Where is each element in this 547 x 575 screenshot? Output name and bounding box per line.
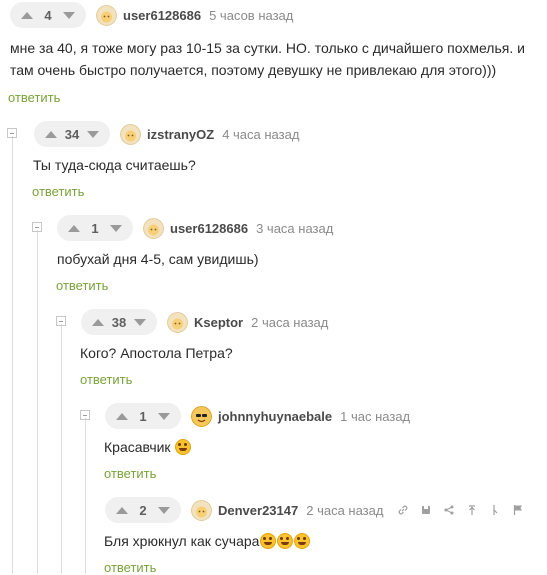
branch-icon[interactable] <box>487 502 503 518</box>
upvote-button[interactable] <box>14 2 40 28</box>
arrow-up-icon <box>92 318 104 326</box>
comment-header: 38 Kseptor 2 часа назад <box>81 307 328 337</box>
comment-text: Бля хрюкнул как сучара <box>104 533 260 549</box>
vote-count: 1 <box>91 220 99 236</box>
comment-header: 1 johnnyhuynaebale 1 час назад <box>105 401 410 431</box>
avatar[interactable] <box>96 4 117 26</box>
downvote-button[interactable] <box>80 121 106 147</box>
arrow-down-icon <box>87 130 99 138</box>
upvote-parent-icon[interactable] <box>464 502 480 518</box>
username[interactable]: Kseptor <box>194 315 243 330</box>
timestamp[interactable]: 5 часов назад <box>209 8 293 23</box>
arrow-up-icon <box>45 130 57 138</box>
rofl-emoji <box>260 533 277 549</box>
vote-control: 34 <box>34 121 110 147</box>
reply-link[interactable]: ответить <box>104 560 156 575</box>
upvote-button[interactable] <box>109 497 135 523</box>
rofl-emoji <box>294 533 311 549</box>
username[interactable]: izstranyOZ <box>147 127 214 142</box>
comment-header: 1 user6128686 3 часа назад <box>57 213 333 243</box>
timestamp[interactable]: 1 час назад <box>340 409 410 424</box>
thread-line[interactable] <box>61 324 62 574</box>
reply-link[interactable]: ответить <box>56 278 108 293</box>
avatar[interactable] <box>143 217 164 239</box>
downvote-button[interactable] <box>127 309 153 335</box>
upvote-button[interactable] <box>61 215 87 241</box>
comment-text-wrap: Бля хрюкнул как сучара <box>104 530 311 552</box>
downvote-button[interactable] <box>56 2 82 28</box>
vote-count: 34 <box>64 126 80 142</box>
avatar[interactable] <box>191 405 212 427</box>
username[interactable]: user6128686 <box>123 8 201 23</box>
reply-link[interactable]: ответить <box>8 90 60 105</box>
link-icon[interactable] <box>395 502 411 518</box>
vote-control: 1 <box>57 215 133 241</box>
collapse-button[interactable] <box>80 410 90 420</box>
arrow-down-icon <box>158 506 170 514</box>
save-icon[interactable] <box>418 502 434 518</box>
arrow-down-icon <box>158 412 170 420</box>
username[interactable]: Denver23147 <box>218 503 298 518</box>
username[interactable]: johnnyhuynaebale <box>218 409 332 424</box>
timestamp[interactable]: 3 часа назад <box>256 221 333 236</box>
upvote-button[interactable] <box>85 309 111 335</box>
collapse-button[interactable] <box>32 222 42 232</box>
comment-tools <box>395 502 533 518</box>
vote-control: 38 <box>81 309 157 335</box>
downvote-button[interactable] <box>103 215 129 241</box>
vote-control: 2 <box>105 497 181 523</box>
comment-text: Кого? Апостола Петра? <box>80 345 233 361</box>
thread-line[interactable] <box>12 136 13 574</box>
avatar[interactable] <box>120 123 141 145</box>
vote-count: 4 <box>44 7 52 23</box>
arrow-down-icon <box>110 224 122 232</box>
thread-line[interactable] <box>37 230 38 574</box>
vote-control: 4 <box>10 2 86 28</box>
upvote-button[interactable] <box>109 403 135 429</box>
timestamp[interactable]: 2 часа назад <box>251 315 328 330</box>
comment-header: 34 izstranyOZ 4 часа назад <box>34 119 299 149</box>
report-flag-icon[interactable] <box>510 502 526 518</box>
vote-count: 38 <box>111 314 127 330</box>
vote-control: 1 <box>105 403 181 429</box>
comment-text: Красавчик <box>104 439 171 455</box>
rofl-emoji <box>175 439 192 455</box>
arrow-up-icon <box>116 506 128 514</box>
comment-text: Ты туда-сюда считаешь? <box>33 157 196 173</box>
comment-text-wrap: Красавчик <box>104 436 192 458</box>
arrow-up-icon <box>21 11 33 19</box>
collapse-button[interactable] <box>7 128 17 138</box>
avatar[interactable] <box>191 499 212 521</box>
comment-text: побухай дня 4-5, сам увидишь) <box>57 251 259 267</box>
username[interactable]: user6128686 <box>170 221 248 236</box>
timestamp[interactable]: 2 часа назад <box>306 503 383 518</box>
comment-text: мне за 40, я тоже могу раз 10-15 за сутк… <box>10 40 525 78</box>
vote-count: 2 <box>139 502 147 518</box>
arrow-up-icon <box>68 224 80 232</box>
reply-link[interactable]: ответить <box>80 372 132 387</box>
downvote-button[interactable] <box>151 403 177 429</box>
share-icon[interactable] <box>441 502 457 518</box>
arrow-down-icon <box>134 318 146 326</box>
thread-line[interactable] <box>85 418 86 574</box>
arrow-down-icon <box>63 11 75 19</box>
reply-link[interactable]: ответить <box>32 184 84 199</box>
rofl-emoji <box>277 533 294 549</box>
reply-link[interactable]: ответить <box>104 466 156 481</box>
collapse-button[interactable] <box>56 316 66 326</box>
avatar[interactable] <box>167 311 188 333</box>
vote-count: 1 <box>139 408 147 424</box>
downvote-button[interactable] <box>151 497 177 523</box>
comment-header: 4 user6128686 5 часов назад <box>10 0 293 30</box>
comment-header: 2 Denver23147 2 часа назад <box>105 495 533 525</box>
arrow-up-icon <box>116 412 128 420</box>
upvote-button[interactable] <box>38 121 64 147</box>
timestamp[interactable]: 4 часа назад <box>222 127 299 142</box>
